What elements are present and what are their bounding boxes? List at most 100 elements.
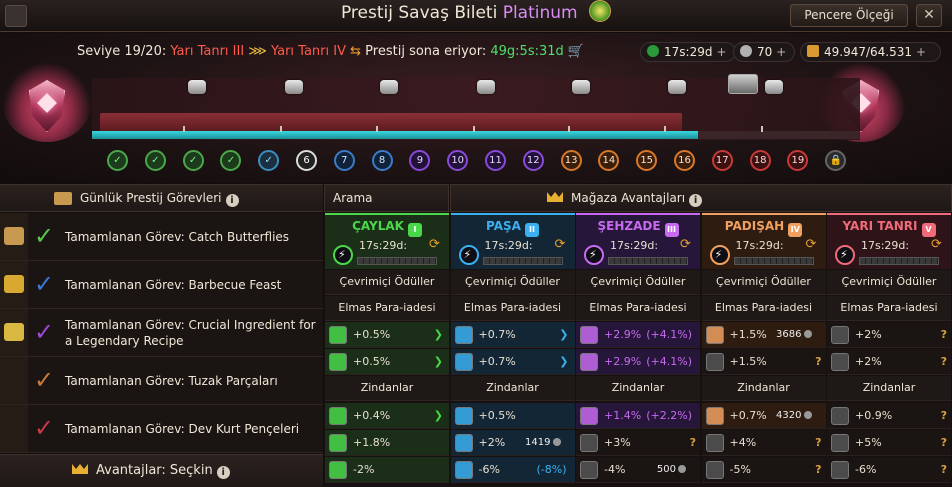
level-18[interactable]: 18 bbox=[749, 150, 771, 171]
level-6[interactable]: 6 bbox=[296, 150, 317, 171]
cashback-row-1[interactable]: +0.5% ❯ bbox=[325, 322, 449, 348]
tick bbox=[568, 126, 570, 132]
window-scale-button[interactable]: Pencere Ölçeği bbox=[790, 4, 908, 27]
task-side bbox=[0, 357, 28, 404]
reward-icon[interactable] bbox=[285, 80, 303, 94]
reward-icon[interactable] bbox=[380, 80, 398, 94]
info-icon[interactable]: i bbox=[689, 194, 703, 207]
cashback-row-1[interactable]: +2%? bbox=[827, 322, 951, 348]
cashback-row-2[interactable]: +0.7% ❯ bbox=[450, 349, 575, 375]
energy-ring-icon bbox=[584, 245, 604, 265]
level-17[interactable]: 17 bbox=[711, 150, 733, 171]
dungeon-row-1[interactable]: +1.4% (+2.2%) bbox=[576, 403, 700, 429]
level-7[interactable]: 7 bbox=[333, 150, 355, 171]
cashback-label: Elmas Para-iadesi bbox=[827, 296, 951, 321]
level-12[interactable]: 12 bbox=[522, 150, 544, 171]
dungeon-row-2[interactable]: +1.8% bbox=[325, 430, 449, 456]
dungeon-row-3[interactable]: -2% bbox=[325, 457, 449, 483]
dungeon-row-2[interactable]: +5%? bbox=[827, 430, 951, 456]
dungeon-row-3[interactable]: -4% 500 bbox=[576, 457, 700, 483]
info-icon[interactable]: i bbox=[225, 194, 239, 207]
help-icon[interactable]: ? bbox=[941, 322, 947, 348]
task-row[interactable]: ✓ Tamamlanan Görev: Tuzak Parçaları bbox=[0, 357, 323, 405]
help-icon[interactable]: ? bbox=[941, 349, 947, 375]
refresh-icon[interactable]: ⟳ bbox=[806, 237, 817, 252]
task-row[interactable]: ✓ Tamamlanan Görev: Catch Butterflies bbox=[0, 213, 323, 261]
help-icon[interactable]: ? bbox=[690, 430, 696, 456]
dungeon-row-3-value: -6% bbox=[855, 463, 877, 476]
reward-icon[interactable] bbox=[668, 80, 686, 94]
help-icon[interactable]: ? bbox=[815, 430, 821, 456]
energy-currency[interactable]: 17s:29d + bbox=[640, 42, 736, 62]
dungeon-row-3-value: -4% bbox=[604, 463, 626, 476]
advantages-bar[interactable]: Avantajlar: Seçkin i bbox=[0, 454, 323, 487]
cashback-row-2[interactable]: +1.5%? bbox=[701, 349, 826, 375]
cashback-row-2[interactable]: +2%? bbox=[827, 349, 951, 375]
chest-reward-icon[interactable] bbox=[728, 74, 758, 94]
tier-header[interactable]: YARI TANRIV 17s:29d: ⟳ bbox=[827, 213, 951, 269]
tick bbox=[473, 126, 475, 132]
task-row[interactable]: ✓ Tamamlanan Görev: Crucial Ingredient fo… bbox=[0, 309, 323, 357]
level-8[interactable]: 8 bbox=[371, 150, 393, 171]
dungeon-row-2[interactable]: +4%? bbox=[701, 430, 826, 456]
dungeon-row-3-value: -5% bbox=[729, 463, 751, 476]
tier-header[interactable]: PADIŞAHIV 17s:29d: ⟳ bbox=[701, 213, 826, 269]
arrow-icon: ❯ bbox=[433, 355, 443, 368]
dungeon-row-2[interactable]: +2% 1419 bbox=[450, 430, 575, 456]
tier-header[interactable]: PAŞAII 17s:29d: ⟳ bbox=[450, 213, 575, 269]
level-1[interactable]: ✓ bbox=[107, 150, 128, 171]
rank-arrow-icon: ⋙ bbox=[248, 44, 267, 59]
info-icon[interactable]: i bbox=[216, 466, 230, 479]
dungeon-row-2-icon bbox=[329, 434, 347, 452]
dungeon-row-1-icon bbox=[705, 407, 724, 425]
tier-badge-icon: IV bbox=[788, 223, 803, 237]
refresh-icon[interactable]: ⟳ bbox=[555, 237, 566, 252]
dungeon-row-3[interactable]: -6%? bbox=[827, 457, 951, 483]
close-button[interactable]: ✕ bbox=[916, 4, 942, 27]
reward-icon[interactable] bbox=[572, 80, 590, 94]
dungeon-row-1[interactable]: +0.7% 4320 bbox=[701, 403, 826, 429]
help-icon[interactable]: ? bbox=[941, 457, 947, 483]
refresh-icon[interactable]: ⟳ bbox=[429, 237, 440, 252]
cashback-row-2[interactable]: +2.9% (+4.1%) bbox=[576, 349, 700, 375]
level-16[interactable]: 16 bbox=[674, 150, 695, 171]
dungeon-row-1[interactable]: +0.5% bbox=[450, 403, 575, 429]
reward-icon[interactable] bbox=[477, 80, 495, 94]
cashback-row-1[interactable]: +2.9% (+4.1%) bbox=[576, 322, 700, 348]
gold-currency[interactable]: 49.947/64.531 + bbox=[800, 42, 941, 62]
dungeon-row-3[interactable]: -6% (-8%) bbox=[450, 457, 575, 483]
tier-header[interactable]: ÇAYLAKI 17s:29d: ⟳ bbox=[325, 213, 449, 269]
dungeons-label: Zindanlar bbox=[701, 376, 826, 401]
cashback-row-1[interactable]: +1.5% 3686 bbox=[701, 322, 826, 348]
task-label: Tamamlanan Görev: Dev Kurt Pençeleri bbox=[65, 421, 300, 436]
tier-header[interactable]: ŞEHZADEIII 17s:29d: ⟳ bbox=[576, 213, 700, 269]
dungeon-row-3-icon bbox=[454, 461, 473, 479]
dungeon-row-1[interactable]: +0.4% ❯ bbox=[325, 403, 449, 429]
help-icon[interactable]: ? bbox=[815, 349, 821, 375]
tier-name: ÇAYLAK I bbox=[325, 219, 449, 237]
dungeon-row-1[interactable]: +0.9%? bbox=[827, 403, 951, 429]
cart-icon[interactable]: 🛒 bbox=[568, 44, 584, 59]
rank-to: Yarı Tanrı IV bbox=[270, 44, 346, 59]
task-row[interactable]: ✓ Tamamlanan Görev: Dev Kurt Pençeleri bbox=[0, 405, 323, 453]
level-3[interactable]: ✓ bbox=[182, 150, 204, 171]
tier-column-4: PADIŞAHIV 17s:29d: ⟳ Çevrimiçi ÖdüllerElmas… bbox=[701, 213, 827, 487]
dungeon-row-3[interactable]: -5%? bbox=[701, 457, 826, 483]
cashback-row-2[interactable]: +0.5% ❯ bbox=[325, 349, 449, 375]
help-icon[interactable]: ? bbox=[815, 457, 821, 483]
level-11[interactable]: 11 bbox=[485, 150, 506, 171]
refresh-icon[interactable]: ⟳ bbox=[680, 237, 691, 252]
level-2[interactable]: ✓ bbox=[144, 150, 166, 171]
tier-badge-icon: III bbox=[664, 223, 679, 237]
help-icon[interactable]: ? bbox=[941, 430, 947, 456]
silver-currency[interactable]: 70 + bbox=[733, 42, 796, 62]
reward-icon[interactable] bbox=[188, 80, 206, 94]
dungeon-row-2[interactable]: +3%? bbox=[576, 430, 700, 456]
reward-icon[interactable] bbox=[765, 80, 783, 94]
help-icon[interactable]: ? bbox=[941, 403, 947, 429]
cashback-label: Elmas Para-iadesi bbox=[576, 296, 700, 321]
cashback-row-1[interactable]: +0.7% ❯ bbox=[450, 322, 575, 348]
task-row[interactable]: ✓ Tamamlanan Görev: Barbecue Feast bbox=[0, 261, 323, 309]
refresh-icon[interactable]: ⟳ bbox=[931, 237, 942, 252]
level-13[interactable]: 13 bbox=[560, 150, 582, 171]
